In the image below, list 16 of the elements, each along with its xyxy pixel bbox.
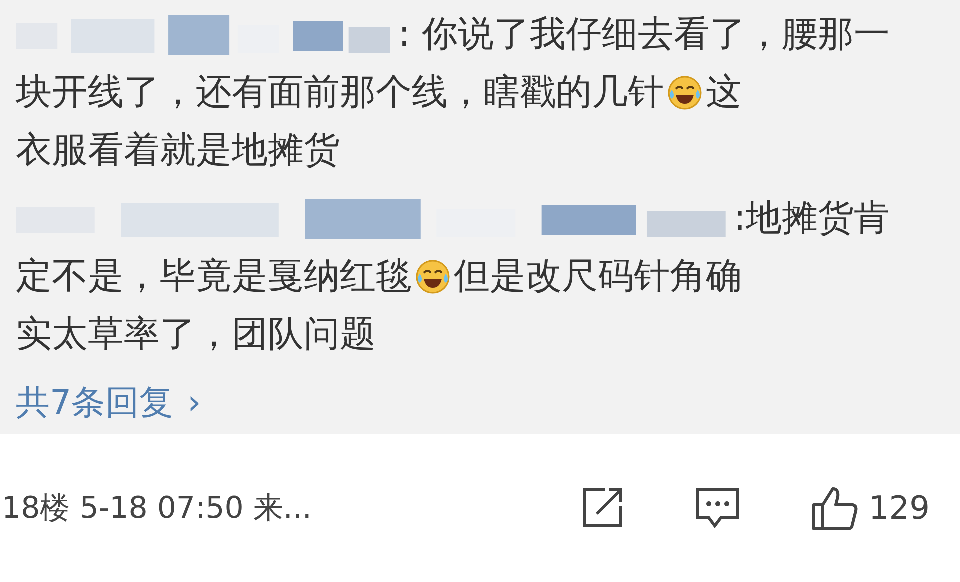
like-icon[interactable] (810, 485, 859, 531)
reply-text: 块开线了，还有面前那个线，瞎戳的几针 (16, 71, 664, 115)
reply-text: : 你说了我仔细去看了，腰那一 (398, 13, 890, 57)
comment-icon[interactable] (694, 486, 741, 530)
comment-meta: 18楼 5-18 07:50 来... (2, 490, 313, 528)
share-icon[interactable] (580, 486, 625, 530)
reply-text: 定不是，毕竟是戛纳红毯 (16, 255, 412, 299)
reply-text: 实太草率了，团队问题 (16, 313, 376, 357)
reply-text: :地摊货肯 (734, 197, 890, 241)
reply-text: 衣服看着就是地摊货 (16, 129, 340, 173)
like-count: 129 (868, 489, 930, 527)
more-replies-link[interactable]: 共7条回复 › (16, 380, 202, 426)
laughing-emoji-icon (666, 74, 704, 112)
reply-text: 这 (706, 71, 742, 115)
reply-text: 但是改尺码针角确 (454, 255, 742, 299)
laughing-emoji-icon (414, 258, 452, 296)
